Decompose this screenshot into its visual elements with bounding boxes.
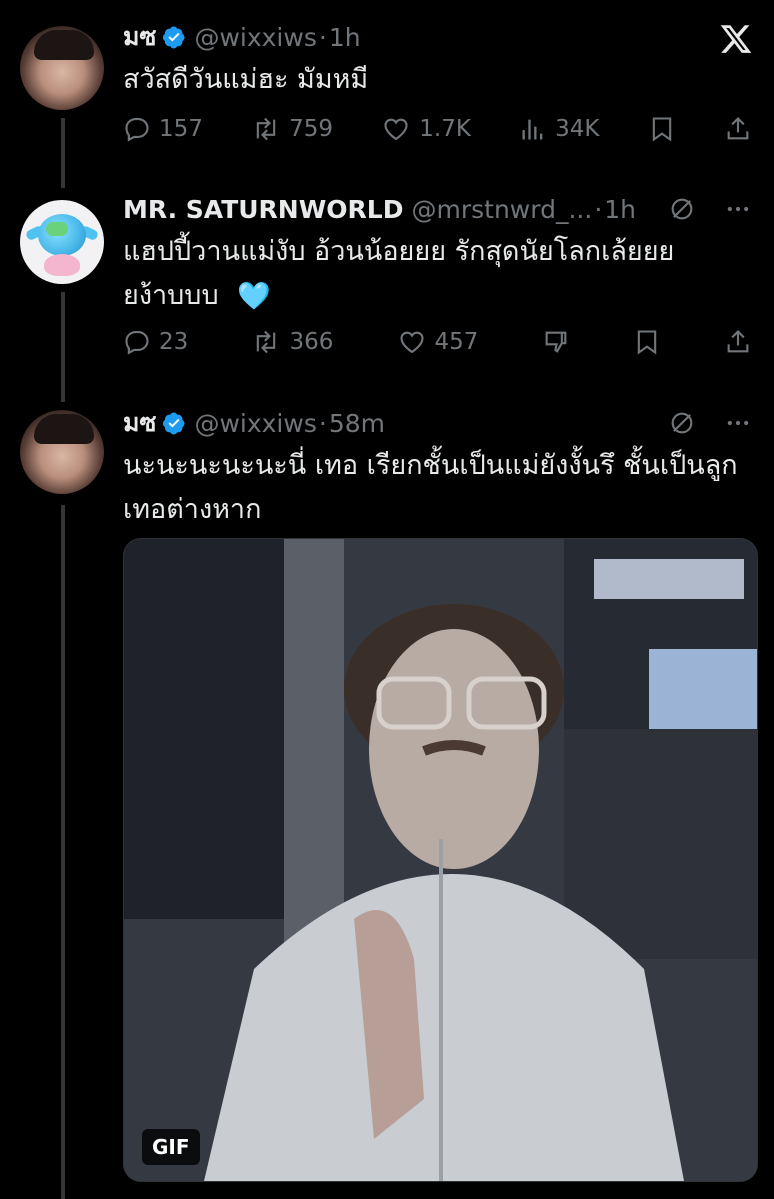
reply-count: 157 <box>159 116 203 142</box>
reply-button[interactable]: 23 <box>123 328 188 356</box>
share-icon <box>727 117 749 140</box>
display-name[interactable]: MR. SATURNWORLD <box>123 195 404 224</box>
thread-line-3 <box>61 505 65 1199</box>
tweet-menu-area <box>668 192 752 226</box>
thumbs-down-icon <box>545 331 566 353</box>
share-button[interactable] <box>724 328 752 356</box>
dislike-button[interactable] <box>542 328 570 356</box>
view-count: 34K <box>555 116 600 142</box>
verified-badge-icon <box>162 411 186 435</box>
gif-frame-image <box>124 539 757 1181</box>
tweet-text: นะนะนะนะนะนี่ เทอ เรียกชั้นเป็นแม่ยังงั้… <box>123 450 738 525</box>
avatar[interactable] <box>20 200 104 284</box>
display-name[interactable]: มซ <box>123 17 156 57</box>
bookmark-icon <box>652 117 671 142</box>
blocked-icon[interactable] <box>668 409 696 437</box>
repost-button[interactable]: 366 <box>251 328 333 356</box>
tweet-text-body: แฮปปี้วานแม่งับ อ้วนน้อยยย รักสุดนัยโลกเ… <box>123 236 675 311</box>
reply-icon <box>125 118 149 142</box>
light-blue-heart-icon: 🩵 <box>237 280 271 312</box>
tweet-3[interactable]: มซ @wixxiws · 58m นะนะนะนะนะนี่ เทอ เรีย… <box>123 406 752 526</box>
timestamp[interactable]: 1h <box>604 195 636 224</box>
gif-badge: GIF <box>142 1129 200 1165</box>
heart-icon <box>399 331 424 354</box>
share-icon <box>727 330 749 353</box>
repost-count: 366 <box>289 329 334 355</box>
avatar[interactable] <box>20 410 104 494</box>
reply-count: 23 <box>159 329 189 355</box>
like-count: 1.7K <box>419 116 471 142</box>
globe-land <box>46 222 68 236</box>
thread-line-1 <box>61 118 65 188</box>
tweet-2[interactable]: MR. SATURNWORLD @mrstnwrd_... · 1h แฮปปี… <box>123 192 752 367</box>
reply-icon <box>125 331 149 355</box>
bookmark-icon <box>637 330 656 355</box>
timestamp[interactable]: 1h <box>329 23 361 52</box>
user-handle[interactable]: @wixxiws <box>194 23 316 52</box>
tweet-1[interactable]: มซ @wixxiws · 1h สวัสดีวันแม่ฮะ มัมหมี 1… <box>123 20 752 170</box>
verified-badge-icon <box>162 25 186 49</box>
repost-icon <box>256 117 276 141</box>
user-handle[interactable]: @mrstnwrd_... <box>412 195 593 224</box>
reply-button[interactable]: 157 <box>123 115 203 143</box>
tweet-actions: 157 759 1.7K 34K <box>123 112 752 146</box>
like-count: 457 <box>434 329 479 355</box>
more-options-icon[interactable] <box>724 195 752 223</box>
tweet-menu-area <box>668 406 752 440</box>
like-button[interactable]: 1.7K <box>381 115 471 143</box>
thread-line-2 <box>61 292 65 402</box>
views-button[interactable]: 34K <box>519 115 600 143</box>
tweet-text: แฮปปี้วานแม่งับ อ้วนน้อยยย รักสุดนัยโลกเ… <box>123 230 752 319</box>
tweet-text: สวัสดีวันแม่ฮะ มัมหมี <box>123 64 369 95</box>
dot-separator: · <box>594 194 603 224</box>
tweet-actions: 23 366 457 <box>123 325 752 359</box>
bookmark-button[interactable] <box>633 328 661 356</box>
like-button[interactable]: 457 <box>397 328 479 356</box>
gif-media[interactable]: GIF <box>123 538 758 1182</box>
dot-separator: · <box>318 22 327 52</box>
timestamp[interactable]: 58m <box>329 409 385 438</box>
repost-icon <box>257 330 276 354</box>
display-name[interactable]: มซ <box>123 403 156 443</box>
user-handle[interactable]: @wixxiws <box>194 409 316 438</box>
blocked-icon[interactable] <box>668 195 696 223</box>
views-chart-icon <box>522 119 543 140</box>
dot-separator: · <box>318 408 327 438</box>
repost-count: 759 <box>289 116 334 142</box>
repost-button[interactable]: 759 <box>251 115 333 143</box>
share-button[interactable] <box>724 115 752 143</box>
avatar[interactable] <box>20 26 104 110</box>
heart-icon <box>384 118 408 141</box>
more-options-icon[interactable] <box>724 409 752 437</box>
globe-base <box>44 254 80 276</box>
bookmark-button[interactable] <box>648 115 676 143</box>
